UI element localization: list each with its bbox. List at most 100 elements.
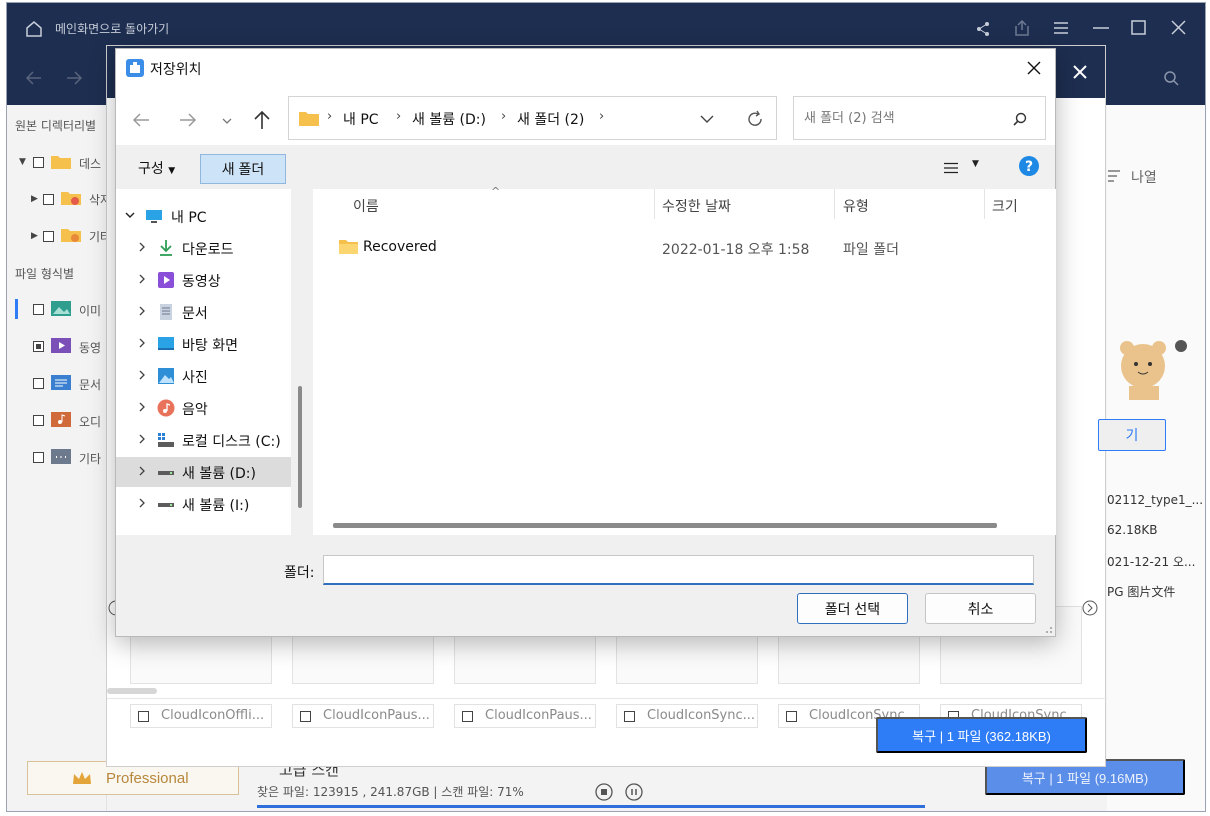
column-divider[interactable] [834,189,835,219]
navigation-scrollbar[interactable] [291,189,307,535]
checkbox[interactable] [624,711,635,722]
cancel-button[interactable]: 취소 [925,593,1036,624]
select-folder-button[interactable]: 폴더 선택 [797,593,908,624]
tree-item-desktop[interactable]: 바탕 화면 [116,329,291,359]
sort-icon[interactable] [1107,169,1123,183]
home-link[interactable]: 메인화면으로 돌아가기 [55,20,169,37]
back-icon[interactable] [129,107,155,133]
type-item-label[interactable]: 이미 [79,302,101,319]
type-item-label[interactable]: 문서 [79,376,101,393]
expand-icon[interactable]: ▶ [31,194,38,204]
close-icon[interactable] [1171,20,1186,35]
scan-progress-bar [257,805,925,808]
column-header-name[interactable]: 이름 [353,196,379,216]
chevron-right-icon[interactable] [136,433,148,445]
scrollbar-thumb[interactable] [298,386,302,508]
expand-icon[interactable]: ▶ [31,231,38,241]
tree-item-drive-i[interactable]: 새 볼륨 (I:) [116,489,291,519]
chevron-down-icon[interactable] [124,209,136,221]
checkbox[interactable] [43,231,54,242]
thumbnail-label[interactable]: CloudIconPaus... [292,704,434,728]
next-page-icon[interactable] [1082,600,1098,616]
checkbox[interactable] [33,341,44,352]
home-icon[interactable] [25,20,43,38]
chevron-right-icon[interactable] [136,497,148,509]
search-box[interactable] [793,96,1046,140]
search-icon[interactable] [1163,70,1179,86]
back-icon[interactable] [25,69,43,87]
column-divider[interactable] [654,189,655,219]
checkbox[interactable] [43,194,54,205]
thumbnail-label[interactable]: CloudIconPaus... [454,704,596,728]
maximize-icon[interactable] [1131,20,1146,35]
close-icon[interactable] [1023,57,1045,79]
stop-icon[interactable] [595,783,613,801]
chevron-right-icon[interactable] [136,273,148,285]
menu-icon[interactable] [1053,21,1069,35]
new-folder-button[interactable]: 새 폴더 [200,154,286,184]
chevron-right-icon[interactable] [136,369,148,381]
checkbox[interactable] [33,157,44,168]
tree-item-pictures[interactable]: 사진 [116,361,291,391]
recent-dropdown-icon[interactable] [214,107,240,133]
checkbox[interactable] [33,304,44,315]
checkbox[interactable] [33,415,44,426]
type-item-label[interactable]: 기타 [79,450,101,467]
horizontal-scrollbar[interactable] [107,688,157,694]
chevron-right-icon[interactable] [136,241,148,253]
column-divider[interactable] [984,189,985,219]
checkbox[interactable] [33,452,44,463]
tree-item-this-pc[interactable]: 내 PC [116,201,291,231]
close-icon[interactable] [1073,65,1087,79]
tree-item-documents[interactable]: 문서 [116,297,291,327]
horizontal-scrollbar[interactable] [333,523,997,528]
resize-grip-icon[interactable] [1043,624,1053,634]
chevron-down-icon[interactable] [699,112,715,126]
chevron-right-icon[interactable] [136,337,148,349]
chevron-right-icon[interactable] [136,305,148,317]
organize-menu[interactable]: 구성 ▼ [130,153,183,181]
thumbnail-label[interactable]: CloudIconSync... [616,704,758,728]
forward-icon[interactable] [174,107,200,133]
search-input[interactable] [804,107,1004,129]
up-icon[interactable] [249,107,275,133]
thumbnail-label[interactable]: CloudIconOffli... [130,704,272,728]
search-icon[interactable] [1012,111,1028,127]
refresh-icon[interactable] [745,109,765,129]
column-header-size[interactable]: 크기 [992,196,1018,216]
type-item-label[interactable]: 오디 [79,413,101,430]
address-bar[interactable]: › 내 PC › 새 볼륨 (D:) › 새 폴더 (2) › [288,96,777,140]
export-icon[interactable] [1013,19,1031,37]
help-icon[interactable]: ? [1018,155,1040,177]
checkbox[interactable] [138,711,149,722]
chevron-right-icon[interactable] [136,401,148,413]
folder-name-input[interactable] [323,555,1034,585]
type-item-label[interactable]: 동영 [79,339,101,356]
chevron-right-icon[interactable] [136,465,148,477]
checkbox[interactable] [462,711,473,722]
column-header-type[interactable]: 유형 [843,196,869,216]
forward-icon[interactable] [65,69,83,87]
checkbox[interactable] [786,711,797,722]
tree-item-drive-d[interactable]: 새 볼륨 (D:) [116,457,291,487]
tree-item-drive-c[interactable]: 로컬 디스크 (C:) [116,425,291,455]
column-header-modified[interactable]: 수정한 날짜 [662,196,731,216]
sort-label[interactable]: 나열 [1131,167,1157,187]
breadcrumb-item[interactable]: 새 볼륨 (D:) [412,109,486,129]
breadcrumb-item[interactable]: 새 폴더 (2) [517,109,584,129]
open-button[interactable]: 기 [1098,419,1166,451]
tree-item-label[interactable]: 데스 [79,155,101,172]
breadcrumb-item[interactable]: 내 PC [343,109,379,129]
expand-icon[interactable]: ▼ [19,157,26,167]
tree-item-downloads[interactable]: 다운로드 [116,233,291,263]
tree-item-videos[interactable]: 동영상 [116,265,291,295]
minimize-icon[interactable] [1093,27,1109,29]
view-options[interactable]: ▼ [934,155,984,181]
table-row[interactable]: Recovered 2022-01-18 오후 1:58 파일 폴더 [313,229,1056,265]
tree-item-music[interactable]: 음악 [116,393,291,423]
recover-button[interactable]: 복구 | 1 파일 (362.18KB) [876,717,1087,753]
checkbox[interactable] [300,711,311,722]
pause-icon[interactable] [625,783,643,801]
checkbox[interactable] [33,378,44,389]
share-icon[interactable] [975,21,991,37]
